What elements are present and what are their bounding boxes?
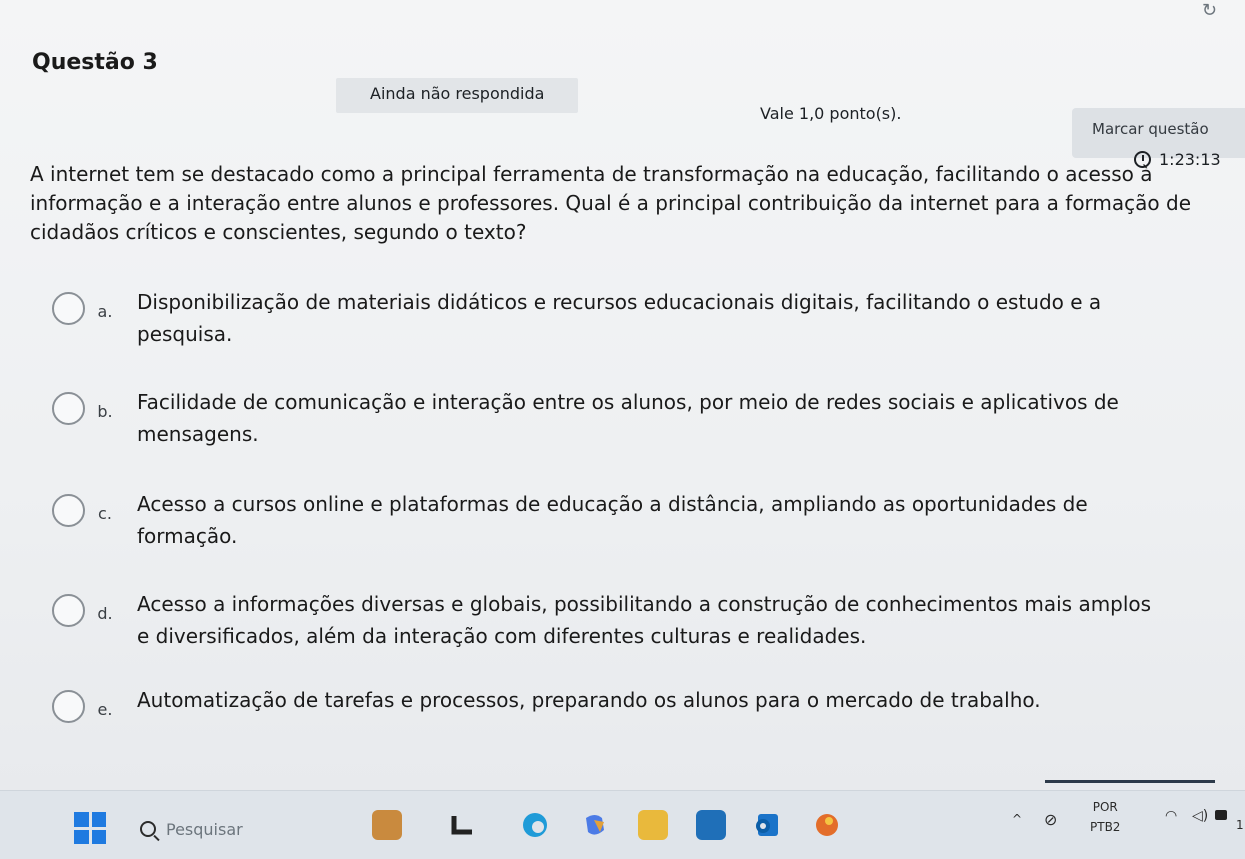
flag-question-label: Marcar questão <box>1092 120 1209 138</box>
search-placeholder: Pesquisar <box>166 819 243 839</box>
windows-start-icon[interactable] <box>74 812 106 844</box>
option-letter: c. <box>98 504 112 523</box>
language-indicator[interactable]: POR PTB2 <box>1090 800 1120 834</box>
question-title: Questão 3 <box>32 50 158 75</box>
chevron-up-icon[interactable]: ^ <box>1012 812 1022 826</box>
option-e[interactable]: e. Automatização de tarefas e processos,… <box>52 684 1202 723</box>
option-letter: d. <box>97 604 113 623</box>
task-view-icon[interactable] <box>450 810 476 840</box>
store-icon[interactable] <box>696 810 726 840</box>
option-text[interactable]: Acesso a cursos online e plataformas de … <box>137 488 1177 552</box>
edge-icon[interactable] <box>520 810 550 840</box>
points-value: Vale 1,0 ponto(s). <box>760 104 902 123</box>
radio-button[interactable] <box>52 494 85 527</box>
wifi-icon[interactable]: ◠ <box>1165 808 1177 824</box>
volume-icon[interactable]: ◁) <box>1192 808 1208 824</box>
option-text[interactable]: Disponibilização de materiais didáticos … <box>137 286 1187 350</box>
copilot-icon[interactable] <box>580 810 610 840</box>
file-explorer-icon[interactable] <box>638 810 668 840</box>
option-letter: e. <box>97 700 113 719</box>
notification-icon[interactable]: ⊘ <box>1044 810 1057 829</box>
radio-button[interactable] <box>52 392 85 425</box>
refresh-icon[interactable]: ↻ <box>1202 0 1217 21</box>
option-c[interactable]: c. Acesso a cursos online e plataformas … <box>52 488 1202 552</box>
option-text[interactable]: Automatização de tarefas e processos, pr… <box>137 684 1187 716</box>
option-b[interactable]: b. Facilidade de comunicação e interação… <box>52 386 1202 450</box>
option-d[interactable]: d. Acesso a informações diversas e globa… <box>52 588 1202 652</box>
option-letter: a. <box>97 302 113 321</box>
status-badge: Ainda não respondida <box>336 78 579 113</box>
taskbar-search[interactable]: Pesquisar <box>140 812 350 846</box>
clock-fragment[interactable]: 1 <box>1236 818 1244 832</box>
radio-button[interactable] <box>52 594 85 627</box>
option-text[interactable]: Acesso a informações diversas e globais,… <box>137 588 1157 652</box>
question-text: A internet tem se destacado como a princ… <box>30 162 1192 244</box>
widgets-icon[interactable] <box>372 810 402 840</box>
keyboard-layout: PTB2 <box>1090 820 1121 834</box>
radio-button[interactable] <box>52 690 85 723</box>
battery-icon[interactable] <box>1215 810 1227 820</box>
option-letter: b. <box>97 402 113 421</box>
outlook-icon[interactable] <box>752 810 782 840</box>
divider <box>1045 780 1215 783</box>
quiz-page: { "question": { "title": "Questão 3", "s… <box>0 0 1245 859</box>
option-text[interactable]: Facilidade de comunicação e interação en… <box>137 386 1197 450</box>
language-code: POR <box>1092 800 1118 814</box>
option-a[interactable]: a. Disponibilização de materiais didátic… <box>52 286 1202 350</box>
radio-button[interactable] <box>52 292 85 325</box>
search-icon <box>140 821 156 837</box>
weather-icon[interactable] <box>812 810 842 840</box>
